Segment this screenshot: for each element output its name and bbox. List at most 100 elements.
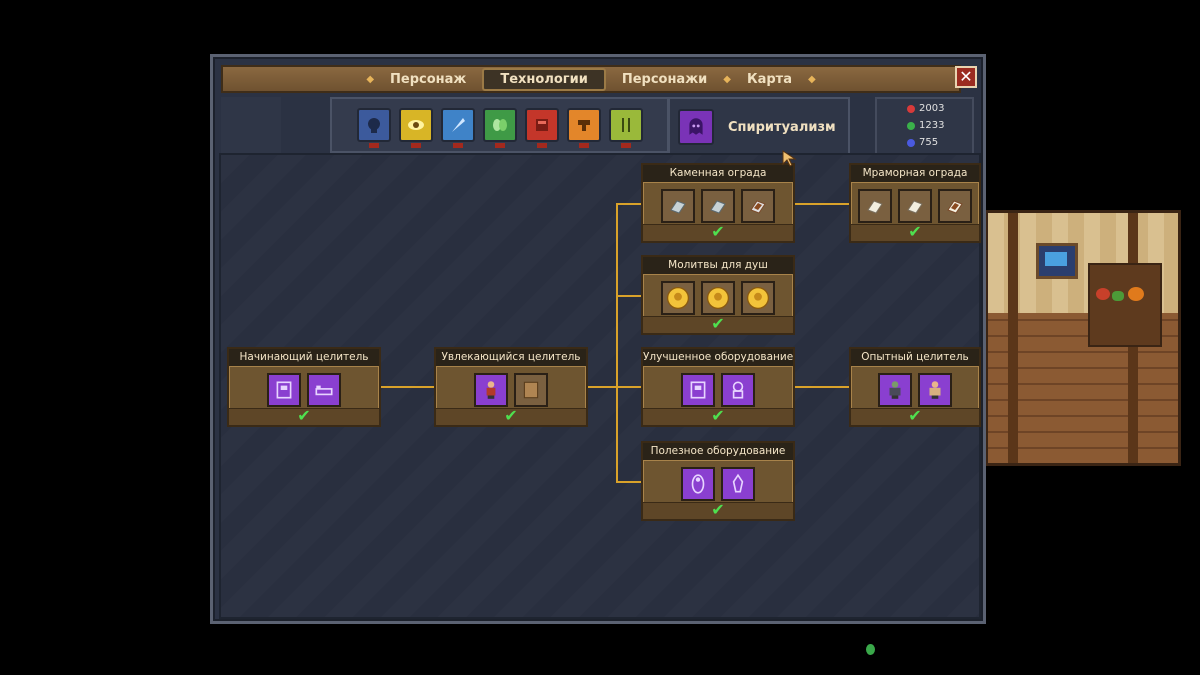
worker-icon[interactable]: [918, 373, 952, 407]
blue-points: 755: [877, 135, 972, 150]
connector-line: [794, 203, 850, 205]
worker-icon[interactable]: [474, 373, 508, 407]
category-skull-button[interactable]: [356, 108, 391, 148]
stone-slab-icon[interactable]: [661, 189, 695, 223]
connector-line: [616, 295, 642, 297]
tab-map[interactable]: Карта: [731, 70, 808, 89]
anvil-icon: [577, 120, 590, 131]
tech-category-bar: [330, 97, 669, 153]
tab-character[interactable]: Персонаж: [374, 70, 482, 89]
corner-ornament: [221, 97, 281, 153]
learned-check-icon: ✔: [711, 314, 725, 333]
node-title: Полезное оборудование: [643, 443, 793, 461]
active-category-label: Спиритуализм: [728, 120, 836, 135]
robot-icon[interactable]: [721, 373, 755, 407]
learned-check-icon: ✔: [711, 500, 725, 519]
tech-node-marble-fence[interactable]: Мраморная ограда ✔: [849, 163, 981, 243]
tab-separator-icon: ◆: [807, 73, 816, 85]
tech-node-useful-equipment[interactable]: Полезное оборудование ✔: [641, 441, 795, 521]
node-title: Каменная ограда: [643, 165, 793, 183]
node-title: Опытный целитель: [851, 349, 979, 367]
red-orb-icon: [907, 104, 915, 113]
learned-check-icon: ✔: [711, 222, 725, 241]
node-title: Улучшенное оборудование: [643, 349, 793, 367]
green-points: 1233: [877, 118, 972, 133]
tab-characters[interactable]: Персонажи: [606, 70, 723, 89]
tomato-icon: [1096, 288, 1110, 300]
tech-node-novice-healer[interactable]: Начинающий целитель ✔: [227, 347, 381, 427]
green-orb-icon: [907, 121, 915, 130]
scroll-icon[interactable]: [514, 373, 548, 407]
body-icon[interactable]: [681, 467, 715, 501]
learned-check-icon: ✔: [297, 406, 311, 425]
game-world-scene: [985, 210, 1181, 466]
main-tab-bar: ◆ Персонаж Технологии Персонажи ◆ Карта …: [221, 65, 961, 93]
tech-node-experienced-healer[interactable]: Опытный целитель ✔: [849, 347, 981, 427]
eye-icon: [407, 120, 424, 130]
cabbage-icon: [1112, 291, 1124, 301]
category-eye-button[interactable]: [398, 108, 433, 148]
leaf-icon: [492, 119, 507, 131]
category-cutlery-button[interactable]: [608, 108, 643, 148]
connector-line: [616, 203, 618, 483]
close-button[interactable]: ✕: [955, 66, 977, 88]
gold-coin-icon[interactable]: [661, 281, 695, 315]
tab-technologies[interactable]: Технологии: [482, 67, 606, 91]
connector-line: [616, 203, 642, 205]
tech-tree-board: Начинающий целитель ✔ Увлекающийся целит…: [219, 153, 981, 619]
gold-coin-icon[interactable]: [741, 281, 775, 315]
node-title: Начинающий целитель: [229, 349, 379, 367]
lamp-icon[interactable]: [721, 467, 755, 501]
marble-slab-icon[interactable]: [898, 189, 932, 223]
tab-separator-icon: ◆: [723, 73, 731, 85]
feather-icon: [451, 118, 465, 132]
learned-check-icon: ✔: [908, 222, 922, 241]
category-anvil-button[interactable]: [566, 108, 601, 148]
category-leaf-button[interactable]: [482, 108, 517, 148]
red-points: 2003: [877, 101, 972, 116]
blue-points-value: 755: [919, 137, 939, 148]
grave-fence-icon[interactable]: [741, 189, 775, 223]
category-crate-button[interactable]: [524, 108, 559, 148]
category-spiritualism-button[interactable]: [678, 109, 714, 145]
altar-icon[interactable]: [681, 373, 715, 407]
skull-icon: [367, 118, 380, 133]
node-title: Молитвы для душ: [643, 257, 793, 275]
marble-slab-icon[interactable]: [858, 189, 892, 223]
crate-icon: [535, 119, 548, 131]
tech-node-improved-equipment[interactable]: Улучшенное оборудование ✔: [641, 347, 795, 427]
pumpkin-icon: [1128, 287, 1144, 301]
node-title: Мраморная ограда: [851, 165, 979, 183]
technology-window: ◆ Персонаж Технологии Персонажи ◆ Карта …: [210, 54, 986, 624]
connector-line: [586, 386, 616, 388]
connector-line: [379, 386, 435, 388]
connector-line: [616, 481, 642, 483]
grave-fence-icon[interactable]: [938, 189, 972, 223]
altar-icon[interactable]: [267, 373, 301, 407]
gold-coin-icon[interactable]: [701, 281, 735, 315]
learned-check-icon: ✔: [908, 406, 922, 425]
node-title: Увлекающийся целитель: [436, 349, 586, 367]
category-feather-button[interactable]: [440, 108, 475, 148]
wood-beam: [1008, 213, 1018, 463]
ghost-icon: [689, 118, 703, 135]
cutlery-icon: [621, 118, 630, 132]
mouse-cursor-icon: [782, 150, 797, 167]
tech-node-soul-prayers[interactable]: Молитвы для душ ✔: [641, 255, 795, 335]
connector-line: [616, 386, 642, 388]
red-points-value: 2003: [919, 103, 945, 114]
green-points-value: 1233: [919, 120, 945, 131]
zombie-icon[interactable]: [878, 373, 912, 407]
monitor-icon: [1036, 243, 1078, 279]
green-gem-icon: [866, 644, 875, 655]
blue-orb-icon: [907, 138, 915, 147]
connector-line: [794, 386, 850, 388]
bed-icon[interactable]: [307, 373, 341, 407]
tech-points-panel: 2003 1233 755: [875, 97, 974, 157]
tech-node-keen-healer[interactable]: Увлекающийся целитель ✔: [434, 347, 588, 427]
learned-check-icon: ✔: [711, 406, 725, 425]
stone-slab-icon[interactable]: [701, 189, 735, 223]
active-category-panel: Спиритуализм: [668, 97, 850, 157]
tab-separator-icon: ◆: [366, 73, 375, 85]
tech-node-stone-fence[interactable]: Каменная ограда ✔: [641, 163, 795, 243]
